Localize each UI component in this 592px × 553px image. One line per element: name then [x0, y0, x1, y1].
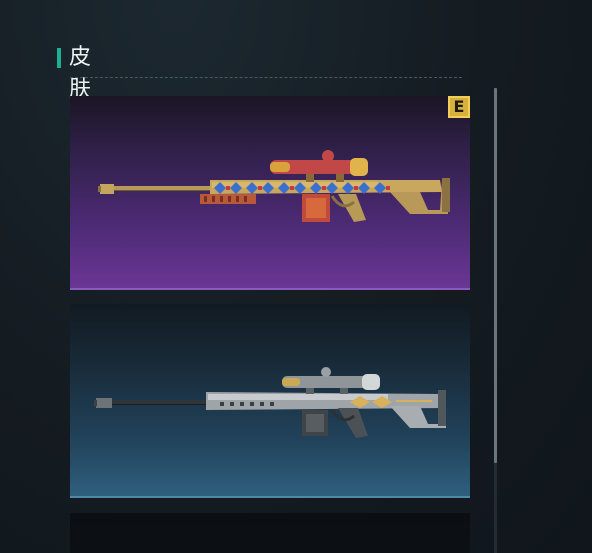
skin-card-2[interactable]: [70, 304, 470, 498]
scrollbar-thumb[interactable]: [494, 88, 497, 463]
skin-card-1[interactable]: E: [70, 96, 470, 290]
section-divider: [70, 77, 462, 78]
sniper-rifle-gold-icon: [98, 150, 450, 222]
skin-card-3[interactable]: [70, 513, 470, 553]
title-accent-bar: [57, 48, 61, 68]
sniper-rifle-silver-icon: [94, 367, 446, 438]
skin-panel: 皮肤 E: [0, 0, 592, 553]
